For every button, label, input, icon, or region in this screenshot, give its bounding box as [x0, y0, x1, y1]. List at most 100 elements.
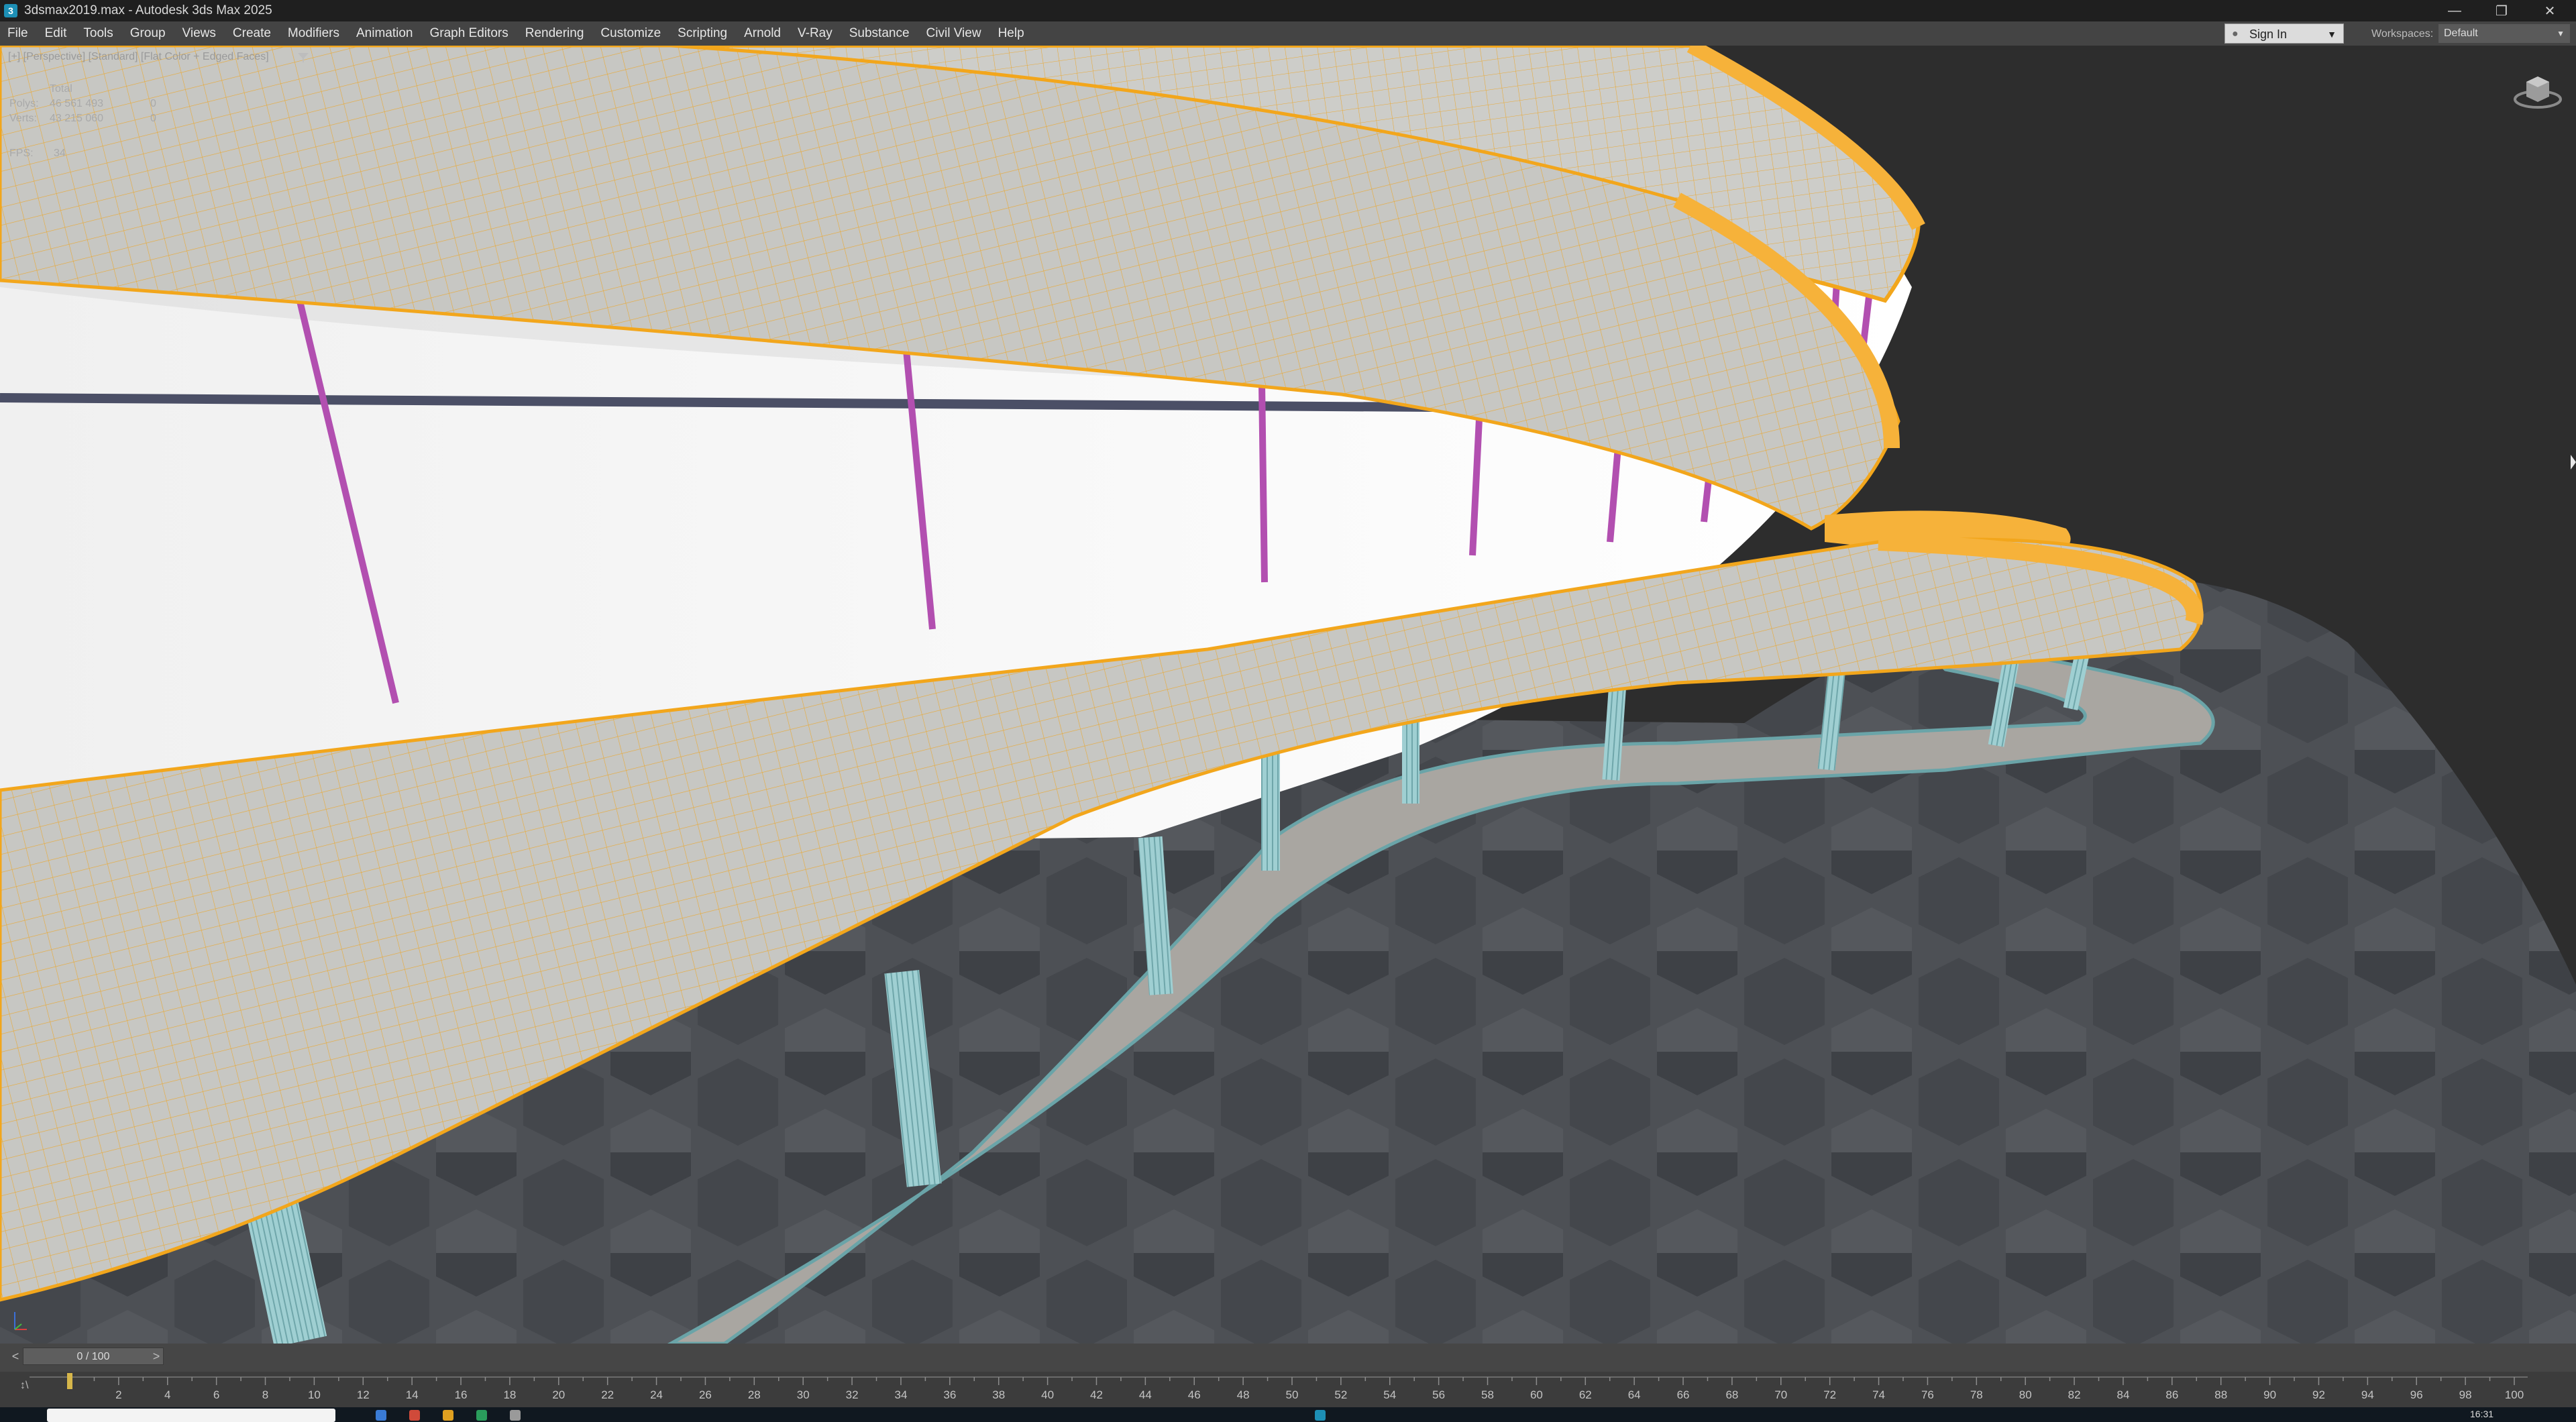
taskbar-app-icon[interactable] [409, 1410, 420, 1421]
menu-scripting[interactable]: Scripting [670, 21, 737, 46]
time-slider-thumb[interactable]: 0 / 100 [23, 1348, 164, 1365]
ruler-tick-label: 94 [2361, 1388, 2374, 1401]
chevron-down-icon: ▼ [2557, 29, 2565, 38]
ruler-tick-label: 12 [357, 1388, 370, 1401]
ruler-tick-label: 50 [1286, 1388, 1299, 1401]
perspective-viewport[interactable]: [+] [Perspective] [Standard] [Flat Color… [0, 46, 2576, 1344]
ruler-tick-label: 62 [1579, 1388, 1592, 1401]
menu-arnold[interactable]: Arnold [737, 21, 790, 46]
ruler-tick-label: 36 [943, 1388, 956, 1401]
current-frame-marker[interactable] [67, 1373, 72, 1389]
menu-vray[interactable]: V-Ray [790, 21, 842, 46]
ruler-tick-label: 86 [2165, 1388, 2178, 1401]
ruler-tick-label: 10 [308, 1388, 321, 1401]
stats-polys-selected: 0 [150, 98, 156, 109]
ruler-tick-label: 34 [894, 1388, 907, 1401]
ruler-tick-label: 66 [1677, 1388, 1690, 1401]
previous-frame-button[interactable]: < [8, 1348, 23, 1365]
ruler-tick-label: 30 [797, 1388, 810, 1401]
menu-civil-view[interactable]: Civil View [919, 21, 991, 46]
ruler-tick-label: 20 [552, 1388, 565, 1401]
ruler-tick-label: 48 [1237, 1388, 1250, 1401]
stats-verts-selected: 0 [150, 113, 156, 124]
taskbar-app-icon[interactable] [510, 1410, 521, 1421]
menu-create[interactable]: Create [225, 21, 280, 46]
taskbar-3dsmax-icon[interactable] [1315, 1410, 1326, 1421]
ruler-tick-label: 16 [455, 1388, 468, 1401]
title-bar: 3 3dsmax2019.max - Autodesk 3ds Max 2025… [0, 0, 2576, 21]
menu-graph-editors[interactable]: Graph Editors [423, 21, 518, 46]
ruler-tick-label: 64 [1628, 1388, 1641, 1401]
taskbar-app-icon[interactable] [476, 1410, 487, 1421]
ruler-tick-label: 4 [164, 1388, 170, 1401]
ruler-tick-label: 56 [1432, 1388, 1445, 1401]
restore-icon[interactable]: ❐ [2478, 0, 2525, 21]
taskbar-app-icon[interactable] [376, 1410, 386, 1421]
menu-group[interactable]: Group [123, 21, 175, 46]
ruler-tick-label: 26 [699, 1388, 712, 1401]
ruler-tick-label: 2 [115, 1388, 121, 1401]
os-taskbar: 16:31 [0, 1407, 2576, 1422]
ruler-tick-label: 72 [1823, 1388, 1836, 1401]
ruler-tick-label: 58 [1481, 1388, 1494, 1401]
menu-edit[interactable]: Edit [38, 21, 76, 46]
ruler-tick-label: 42 [1090, 1388, 1103, 1401]
scene-render [0, 46, 2576, 1344]
ruler-tick-label: 78 [1970, 1388, 1983, 1401]
ruler-tick-label: 96 [2410, 1388, 2423, 1401]
menu-help[interactable]: Help [991, 21, 1034, 46]
minimize-icon[interactable]: — [2431, 0, 2478, 21]
ruler-tick-label: 90 [2263, 1388, 2276, 1401]
menu-customize[interactable]: Customize [593, 21, 670, 46]
workspaces-label: Workspaces: [2371, 28, 2434, 40]
viewport-label[interactable]: [+] [Perspective] [Standard] [Flat Color… [8, 51, 269, 63]
menu-modifiers[interactable]: Modifiers [280, 21, 349, 46]
taskbar-clock: 16:31 [2470, 1409, 2494, 1419]
sign-in-dropdown[interactable]: ● Sign In ▼ [2224, 23, 2344, 44]
stats-fps-value: 34 [54, 148, 66, 159]
ruler-tick-label: 60 [1530, 1388, 1543, 1401]
close-icon[interactable]: ✕ [2526, 0, 2573, 21]
sign-in-label: Sign In [2249, 28, 2288, 41]
ruler-tick-label: 88 [2214, 1388, 2227, 1401]
ruler-tick-label: 40 [1041, 1388, 1054, 1401]
ruler-tick-label: 82 [2068, 1388, 2081, 1401]
app-icon: 3 [4, 4, 17, 17]
viewcube-icon[interactable] [2512, 68, 2564, 111]
taskbar-app-icon[interactable] [443, 1410, 453, 1421]
menu-views[interactable]: Views [175, 21, 225, 46]
ruler-tick-label: 70 [1774, 1388, 1787, 1401]
stats-polys-label: Polys: [9, 98, 39, 109]
ruler-tick-label: 22 [601, 1388, 614, 1401]
ruler-tick-label: 98 [2459, 1388, 2472, 1401]
workspace-value: Default [2444, 28, 2478, 39]
user-icon: ● [2232, 28, 2239, 40]
menu-tools[interactable]: Tools [76, 21, 122, 46]
next-frame-button[interactable]: > [149, 1348, 164, 1365]
ruler-tick-label: 80 [2019, 1388, 2032, 1401]
key-mode-icon[interactable]: ↕\ [20, 1380, 28, 1392]
stats-verts-value: 43 215 060 [50, 113, 104, 124]
ruler-tick-label: 92 [2312, 1388, 2325, 1401]
taskbar-search-input[interactable] [47, 1409, 335, 1422]
track-bar[interactable]: 2 4 6 8 10 12 14 16 18 20 22 24 26 28 30 32 34 36 38 40 42 44… [0, 1372, 2576, 1407]
axis-tripod-icon [14, 1312, 27, 1330]
ruler-tick-label: 44 [1139, 1388, 1152, 1401]
ruler-tick-label: 28 [748, 1388, 761, 1401]
ruler-tick-label: 18 [503, 1388, 516, 1401]
menu-file[interactable]: File [0, 21, 38, 46]
ruler-tick-label: 24 [650, 1388, 663, 1401]
menu-rendering[interactable]: Rendering [518, 21, 594, 46]
workspace-select[interactable]: Default ▼ [2438, 24, 2570, 43]
stats-verts-label: Verts: [9, 113, 37, 124]
stats-polys-value: 46 561 493 [50, 98, 104, 109]
frame-ruler[interactable]: 2 4 6 8 10 12 14 16 18 20 22 24 26 28 30 32 34 36 38 40 42 44… [0, 1372, 2576, 1407]
stats-fps-label: FPS: [9, 148, 34, 159]
filter-icon[interactable] [297, 51, 310, 64]
menu-animation[interactable]: Animation [349, 21, 423, 46]
ruler-tick-label: 14 [406, 1388, 419, 1401]
ruler-tick-label: 6 [213, 1388, 219, 1401]
time-slider[interactable]: < 0 / 100 > [0, 1344, 2576, 1372]
menu-substance[interactable]: Substance [842, 21, 919, 46]
ruler-tick-label: 32 [846, 1388, 859, 1401]
